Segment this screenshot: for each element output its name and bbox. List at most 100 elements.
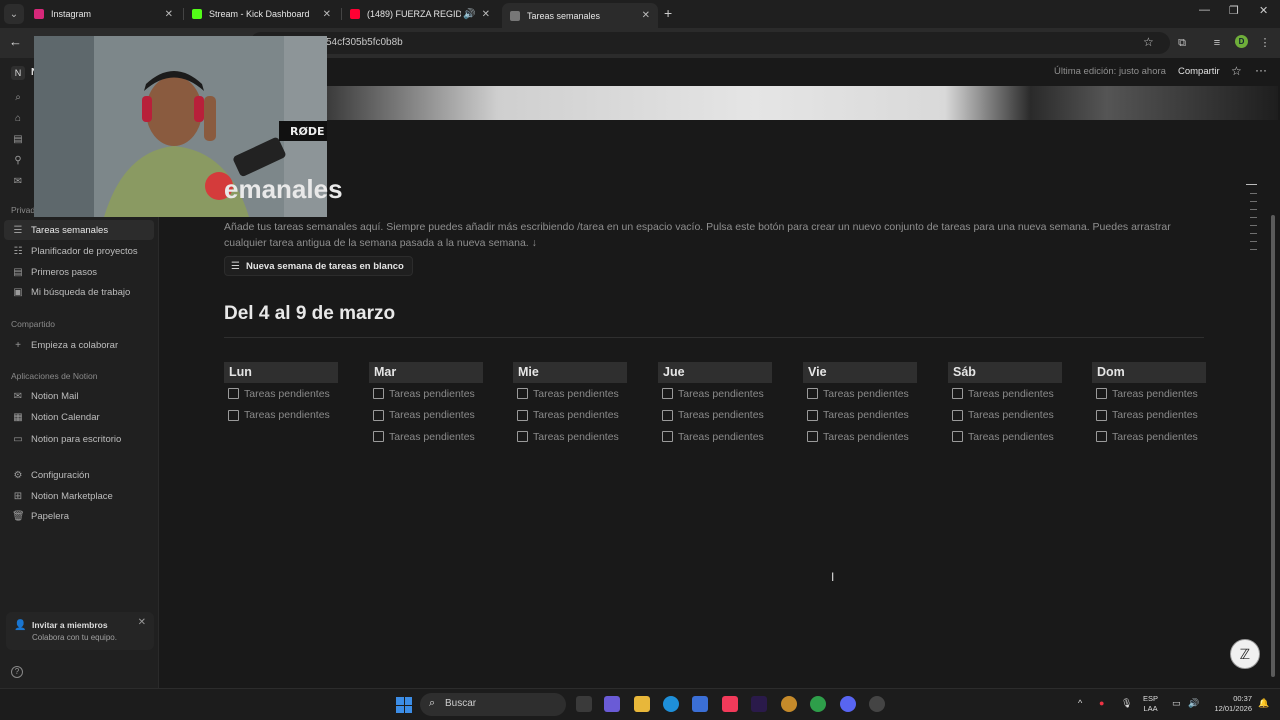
page-scrollbar[interactable] <box>1271 215 1275 677</box>
todo-item[interactable]: Tareas pendientes <box>803 383 917 405</box>
todo-item[interactable]: Tareas pendientes <box>369 405 483 427</box>
sidebar-item-primeros-pasos[interactable]: ▤ Primeros pasos <box>4 262 154 282</box>
new-tab-icon[interactable]: + <box>664 5 672 21</box>
tray-app-icon[interactable]: ● <box>1099 698 1104 708</box>
toc-marker[interactable] <box>1250 201 1257 202</box>
favorite-star-icon[interactable]: ☆ <box>1231 64 1242 78</box>
todo-item[interactable]: Tareas pendientes <box>513 405 627 427</box>
todo-item[interactable]: Tareas pendientes <box>1092 426 1206 448</box>
tab-search-icon[interactable]: ⌄ <box>4 4 24 24</box>
todo-item[interactable]: Tareas pendientes <box>1092 405 1206 427</box>
speaker-icon[interactable]: 🔊 <box>463 9 475 20</box>
todo-checkbox[interactable] <box>1096 388 1107 400</box>
page-description[interactable]: Añade tus tareas semanales aquí. Siempre… <box>224 219 1184 251</box>
close-icon[interactable]: ✕ <box>482 9 490 20</box>
day-heading[interactable]: Dom <box>1092 362 1206 383</box>
todo-checkbox[interactable] <box>228 409 239 421</box>
toc-marker[interactable] <box>1250 225 1257 226</box>
todo-checkbox[interactable] <box>517 431 528 443</box>
meetings-icon[interactable]: ▤ <box>12 134 24 146</box>
todo-checkbox[interactable] <box>373 409 384 421</box>
todo-checkbox[interactable] <box>517 388 528 400</box>
todo-checkbox[interactable] <box>807 409 818 421</box>
todo-placeholder[interactable]: Tareas pendientes <box>244 388 330 400</box>
sidebar-item-busqueda-trabajo[interactable]: ▣ Mi búsqueda de trabajo <box>4 282 154 302</box>
toc-marker[interactable] <box>1246 184 1257 185</box>
todo-checkbox[interactable] <box>1096 409 1107 421</box>
todo-item[interactable]: Tareas pendientes <box>224 383 338 405</box>
sidebar-item-notion-escritorio[interactable]: ▭ Notion para escritorio <box>4 429 154 449</box>
app-icon[interactable] <box>781 696 797 712</box>
todo-placeholder[interactable]: Tareas pendientes <box>678 388 764 400</box>
notification-bell-icon[interactable]: 🔔 <box>1258 698 1269 709</box>
todo-item[interactable]: Tareas pendientes <box>948 383 1062 405</box>
todo-checkbox[interactable] <box>952 409 963 421</box>
file-explorer-icon[interactable] <box>634 696 650 712</box>
todo-placeholder[interactable]: Tareas pendientes <box>389 431 475 443</box>
todo-placeholder[interactable]: Tareas pendientes <box>823 431 909 443</box>
close-icon[interactable]: ✕ <box>138 617 146 628</box>
language-indicator[interactable]: ESP LAA <box>1143 694 1158 714</box>
chrome-icon[interactable] <box>810 696 826 712</box>
workspace-icon[interactable]: N <box>11 66 25 80</box>
todo-checkbox[interactable] <box>952 431 963 443</box>
close-icon[interactable]: ✕ <box>642 10 650 21</box>
todo-checkbox[interactable] <box>662 431 673 443</box>
copilot-icon[interactable] <box>604 696 620 712</box>
day-heading[interactable]: Mar <box>369 362 483 383</box>
todo-checkbox[interactable] <box>373 431 384 443</box>
task-view-icon[interactable] <box>576 696 592 712</box>
todo-placeholder[interactable]: Tareas pendientes <box>533 431 619 443</box>
sidebar-item-notion-mail[interactable]: ✉ Notion Mail <box>4 386 154 406</box>
week-heading[interactable]: Del 4 al 9 de marzo <box>224 303 395 325</box>
media-control-icon[interactable]: ≡ <box>1210 36 1224 50</box>
todo-item[interactable]: Tareas pendientes <box>513 426 627 448</box>
day-heading[interactable]: Sáb <box>948 362 1062 383</box>
close-icon[interactable]: ✕ <box>165 9 173 20</box>
ai-icon[interactable]: ⚲ <box>12 155 24 167</box>
todo-placeholder[interactable]: Tareas pendientes <box>1112 409 1198 421</box>
todo-placeholder[interactable]: Tareas pendientes <box>1112 388 1198 400</box>
toc-marker[interactable] <box>1250 241 1257 242</box>
edge-icon[interactable] <box>663 696 679 712</box>
share-button[interactable]: Compartir <box>1178 66 1220 77</box>
todo-placeholder[interactable]: Tareas pendientes <box>389 388 475 400</box>
todo-checkbox[interactable] <box>807 431 818 443</box>
todo-checkbox[interactable] <box>662 409 673 421</box>
taskbar-search[interactable]: ⌕ Buscar <box>420 693 566 716</box>
todo-checkbox[interactable] <box>228 388 239 400</box>
day-heading[interactable]: Vie <box>803 362 917 383</box>
todo-placeholder[interactable]: Tareas pendientes <box>823 409 909 421</box>
day-heading[interactable]: Jue <box>658 362 772 383</box>
notion-ai-icon[interactable]: ℤ <box>1230 639 1260 669</box>
new-week-template-button[interactable]: ☰ Nueva semana de tareas en blanco <box>224 256 413 276</box>
todo-placeholder[interactable]: Tareas pendientes <box>968 388 1054 400</box>
windows-start-icon[interactable] <box>396 697 412 713</box>
discord-icon[interactable] <box>840 696 856 712</box>
todo-item[interactable]: Tareas pendientes <box>369 426 483 448</box>
sidebar-item-notion-calendar[interactable]: ▦ Notion Calendar <box>4 407 154 427</box>
todo-item[interactable]: Tareas pendientes <box>948 426 1062 448</box>
page-title[interactable]: emanales <box>224 174 343 205</box>
volume-icon[interactable]: 🔊 <box>1188 698 1199 709</box>
todo-item[interactable]: Tareas pendientes <box>658 383 772 405</box>
todo-placeholder[interactable]: Tareas pendientes <box>533 409 619 421</box>
extensions-icon[interactable]: ⧉ <box>1175 36 1189 50</box>
todo-checkbox[interactable] <box>517 409 528 421</box>
todo-item[interactable]: Tareas pendientes <box>369 383 483 405</box>
help-icon[interactable]: ? <box>11 666 23 678</box>
todo-checkbox[interactable] <box>952 388 963 400</box>
todo-placeholder[interactable]: Tareas pendientes <box>968 409 1054 421</box>
profile-avatar[interactable]: D <box>1235 35 1248 48</box>
toc-marker[interactable] <box>1250 217 1257 218</box>
tab-kick-dashboard[interactable]: Stream - Kick Dashboard ✕ <box>184 0 339 28</box>
todo-placeholder[interactable]: Tareas pendientes <box>1112 431 1198 443</box>
tab-instagram[interactable]: Instagram ✕ <box>26 0 181 28</box>
todo-placeholder[interactable]: Tareas pendientes <box>678 431 764 443</box>
back-arrow-icon[interactable]: ← <box>9 34 22 49</box>
todo-placeholder[interactable]: Tareas pendientes <box>968 431 1054 443</box>
microphone-icon[interactable]: 🎙 <box>1121 698 1132 709</box>
day-heading[interactable]: Mie <box>513 362 627 383</box>
sidebar-item-empieza-colaborar[interactable]: + Empieza a colaborar <box>4 335 154 355</box>
sidebar-item-planificador[interactable]: ☷ Planificador de proyectos <box>4 241 154 261</box>
